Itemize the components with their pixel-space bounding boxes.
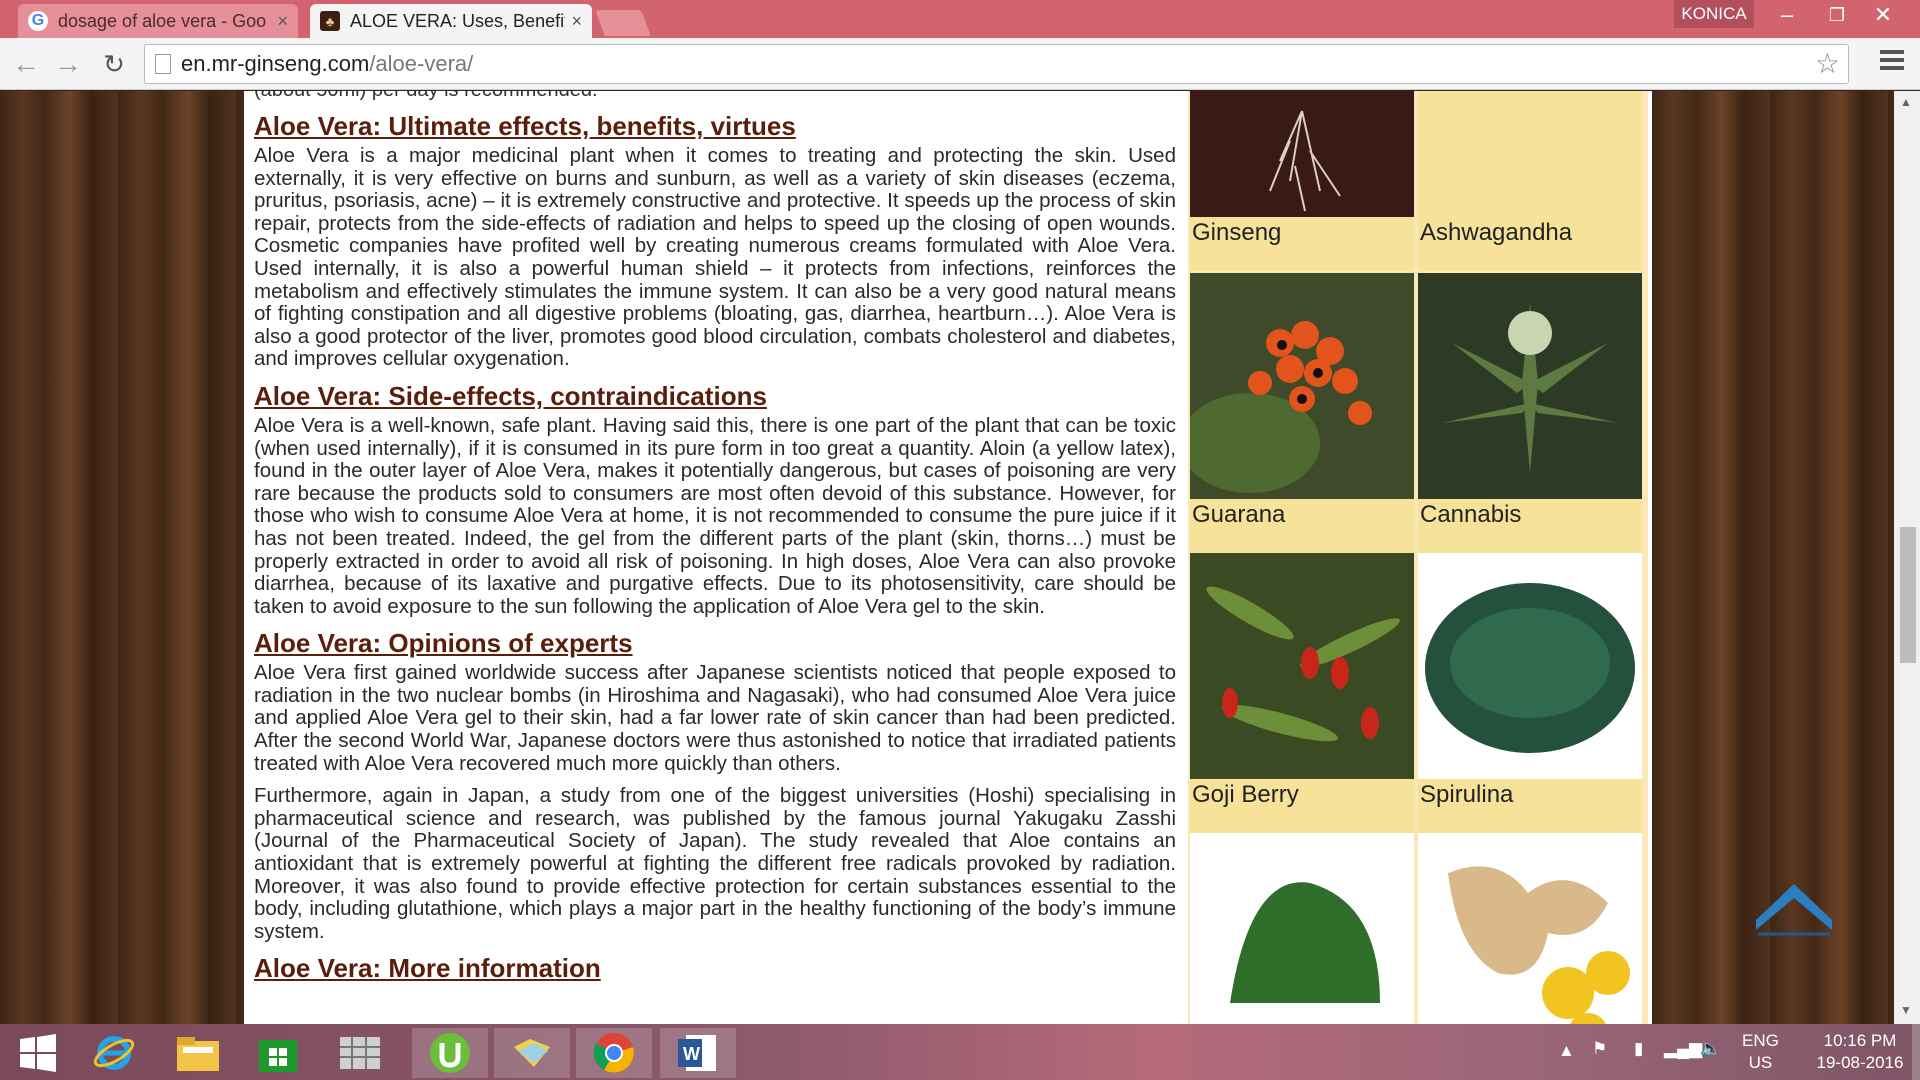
page-scrollbar[interactable]: ▲ ▼: [1894, 91, 1920, 1024]
restore-icon[interactable]: ❐: [1814, 0, 1860, 30]
plant-card-cannabis[interactable]: Cannabis: [1418, 273, 1642, 553]
browser-titlebar: G dosage of aloe vera - Goo × ♣ ALOE VER…: [0, 0, 1920, 38]
reload-icon[interactable]: ↻: [96, 46, 132, 82]
section-heading[interactable]: Aloe Vera: Ultimate effects, benefits, v…: [254, 109, 1176, 143]
minimize-icon[interactable]: –: [1764, 0, 1810, 30]
back-to-top-button[interactable]: [1752, 876, 1836, 940]
start-icon[interactable]: [0, 1028, 76, 1078]
utorrent-icon[interactable]: [412, 1028, 488, 1078]
url-text: en.mr-ginseng.com/aloe-vera/: [181, 51, 474, 76]
region-code: US: [1748, 1053, 1773, 1072]
new-tab-button[interactable]: [595, 10, 651, 36]
folders-icon[interactable]: [494, 1028, 570, 1078]
section-paragraph: Aloe Vera is a major medicinal plant whe…: [254, 144, 1176, 371]
site-favicon-icon: ♣: [320, 11, 340, 31]
cannabis-plant-image: [1418, 273, 1642, 499]
plant-card-goji-berry[interactable]: Goji Berry: [1190, 553, 1414, 833]
plant-name: Guarana: [1192, 501, 1286, 528]
article: (about 50ml) per day is recommended. Alo…: [254, 91, 1176, 985]
goji-berry-image: [1190, 553, 1414, 779]
file-explorer-icon[interactable]: [160, 1028, 236, 1078]
bookmark-star-icon[interactable]: ☆: [1815, 47, 1840, 80]
word-icon[interactable]: W: [660, 1028, 736, 1078]
ginseng-root-image: [1190, 91, 1414, 217]
store-icon[interactable]: [240, 1028, 316, 1078]
action-center-flag-icon[interactable]: ⚑: [1592, 1038, 1607, 1060]
scrollbar-thumb[interactable]: [1900, 527, 1916, 663]
plant-card-chlorella[interactable]: [1190, 833, 1414, 1024]
network-signal-icon[interactable]: ▂▄▆: [1664, 1038, 1702, 1060]
browser-toolbar: ← → ↻ en.mr-ginseng.com/aloe-vera/ ☆: [0, 38, 1920, 90]
plant-sidebar: Ginseng Ashwagandha Guarana Cannabis Goj…: [1180, 91, 1648, 1024]
page-viewport: (about 50ml) per day is recommended. Alo…: [0, 91, 1920, 1024]
svg-text:W: W: [683, 1044, 700, 1064]
section-paragraph: Aloe Vera is a well-known, safe plant. H…: [254, 413, 1176, 618]
address-bar[interactable]: en.mr-ginseng.com/aloe-vera/ ☆: [144, 44, 1849, 84]
windows-taskbar: W ▲ ⚑ ▮ ▂▄▆ 🔈 ENG US 10:16 PM 19-08-2016: [0, 1024, 1920, 1080]
input-language[interactable]: ENG US: [1742, 1030, 1779, 1074]
tab-google-search[interactable]: G dosage of aloe vera - Goo ×: [18, 4, 298, 38]
forward-arrow-icon[interactable]: →: [50, 46, 86, 82]
show-hidden-icons-icon[interactable]: ▲: [1558, 1040, 1575, 1062]
plant-card-spirulina[interactable]: Spirulina: [1418, 553, 1642, 833]
show-desktop-button[interactable]: [1912, 1024, 1920, 1080]
close-tab-icon[interactable]: ×: [277, 11, 288, 32]
page-icon: [155, 54, 171, 74]
app-grid-icon[interactable]: [322, 1028, 398, 1078]
clock-date: 19-08-2016: [1816, 1053, 1904, 1072]
chevron-up-icon: [1756, 884, 1832, 936]
chrome-menu-icon[interactable]: [1880, 50, 1904, 74]
tab-aloe-vera[interactable]: ♣ ALOE VERA: Uses, Benefits ×: [310, 4, 592, 38]
volume-icon[interactable]: 🔈: [1700, 1038, 1721, 1060]
guarana-berries-image: [1180, 273, 1414, 499]
plant-card-guarana[interactable]: Guarana: [1180, 273, 1414, 553]
section-heading[interactable]: Aloe Vera: Side-effects, contraindicatio…: [254, 379, 1176, 413]
plant-name: Ashwagandha: [1420, 219, 1573, 246]
clock-time: 10:16 PM: [1823, 1031, 1897, 1050]
plant-card-ginseng[interactable]: Ginseng: [1190, 91, 1414, 271]
battery-icon[interactable]: ▮: [1634, 1038, 1643, 1060]
section-heading[interactable]: Aloe Vera: More information: [254, 951, 1176, 985]
scroll-up-arrow-icon[interactable]: ▲: [1900, 95, 1912, 109]
plant-card-ashwagandha[interactable]: Ashwagandha: [1418, 91, 1642, 271]
internet-explorer-icon[interactable]: [76, 1028, 152, 1078]
plant-name: Ginseng: [1192, 219, 1282, 246]
ashwagandha-image: [1418, 91, 1642, 217]
plant-name: Spirulina: [1420, 781, 1514, 808]
google-favicon-icon: G: [28, 11, 48, 31]
tab-title: dosage of aloe vera - Goo: [58, 10, 267, 31]
profile-button[interactable]: KONICA: [1674, 0, 1754, 28]
scroll-down-arrow-icon[interactable]: ▼: [1900, 1003, 1912, 1017]
ginger-root-image: [1418, 833, 1642, 1024]
window-close-icon[interactable]: ✕: [1860, 0, 1906, 30]
system-clock[interactable]: 10:16 PM 19-08-2016: [1810, 1030, 1910, 1074]
back-arrow-icon[interactable]: ←: [8, 46, 44, 82]
language-code: ENG: [1742, 1031, 1779, 1050]
section-heading[interactable]: Aloe Vera: Opinions of experts: [254, 626, 1176, 660]
section-paragraph: Furthermore, again in Japan, a study fro…: [254, 784, 1176, 943]
spirulina-image: [1418, 553, 1642, 779]
section-paragraph: Aloe Vera first gained worldwide success…: [254, 661, 1176, 775]
tab-title: ALOE VERA: Uses, Benefits: [350, 10, 566, 31]
close-tab-icon[interactable]: ×: [571, 11, 582, 32]
chlorella-powder-image: [1190, 833, 1414, 1024]
plant-name: Goji Berry: [1192, 781, 1299, 808]
chrome-icon[interactable]: [576, 1028, 652, 1078]
plant-card-ginger[interactable]: [1418, 833, 1642, 1024]
plant-name: Cannabis: [1420, 501, 1522, 528]
page-content: (about 50ml) per day is recommended. Alo…: [244, 91, 1652, 1024]
cut-off-text: (about 50ml) per day is recommended.: [254, 91, 1176, 101]
